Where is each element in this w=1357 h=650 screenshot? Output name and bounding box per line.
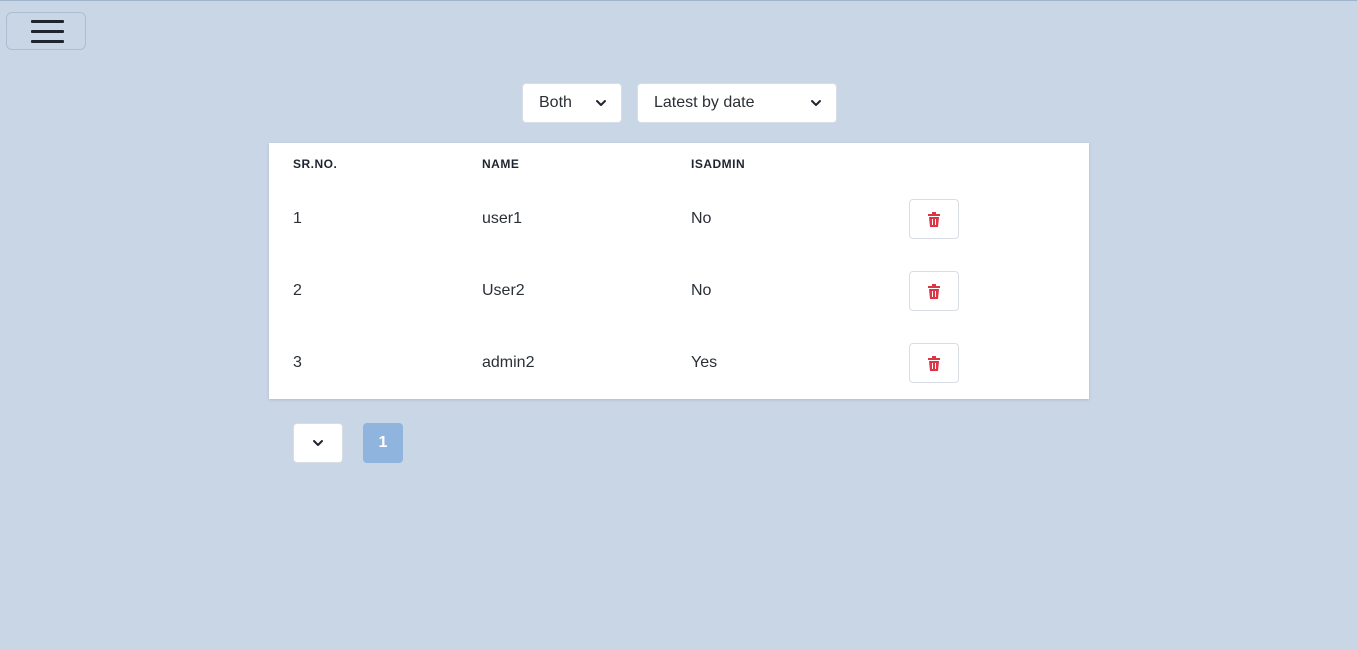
cell-name: user1 xyxy=(482,210,523,227)
cell-name: User2 xyxy=(482,282,525,299)
chevron-down-icon xyxy=(313,440,323,446)
cell-isadmin: No xyxy=(691,210,712,227)
cell-srno: 2 xyxy=(293,282,302,299)
trash-icon xyxy=(928,283,940,299)
cell-srno: 1 xyxy=(293,210,302,227)
column-header-name: NAME xyxy=(482,157,520,171)
trash-icon xyxy=(928,211,940,227)
trash-icon xyxy=(928,355,940,371)
column-header-isadmin: ISADMIN xyxy=(691,157,746,171)
role-filter-value: Both xyxy=(539,94,572,111)
table-row: 3 admin2 Yes xyxy=(269,327,1089,399)
column-header-srno: SR.NO. xyxy=(293,157,338,171)
sort-filter-select[interactable]: Latest by date xyxy=(637,83,837,123)
chevron-down-icon xyxy=(596,100,606,106)
delete-user-button[interactable] xyxy=(909,199,959,239)
cell-isadmin: Yes xyxy=(691,354,718,371)
role-filter-select[interactable]: Both xyxy=(522,83,622,123)
chevron-down-icon xyxy=(811,100,821,106)
cell-srno: 3 xyxy=(293,354,302,371)
menu-toggle-button[interactable] xyxy=(6,12,86,50)
page-button-1[interactable]: 1 xyxy=(363,423,403,463)
table-row: 2 User2 No xyxy=(269,255,1089,327)
sort-filter-value: Latest by date xyxy=(654,94,755,111)
delete-user-button[interactable] xyxy=(909,343,959,383)
cell-isadmin: No xyxy=(691,282,712,299)
users-table: SR.NO. NAME ISADMIN 1 user1 No 2 User2 N… xyxy=(269,143,1089,399)
delete-user-button[interactable] xyxy=(909,271,959,311)
cell-name: admin2 xyxy=(482,354,535,371)
page-size-select[interactable] xyxy=(293,423,343,463)
table-row: 1 user1 No xyxy=(269,183,1089,255)
